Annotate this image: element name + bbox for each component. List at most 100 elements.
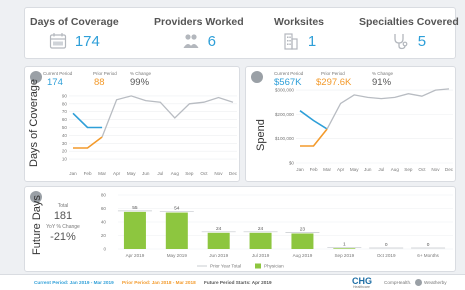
y-tick-label: 20: [101, 233, 107, 238]
x-tick-label: Oct: [200, 171, 208, 176]
data-label: 0: [385, 242, 388, 248]
y-tick-label: $300,000: [275, 88, 295, 93]
x-tick-label: Jun: [142, 171, 150, 176]
kpi-title: Worksites: [274, 16, 324, 28]
data-label: 0: [427, 242, 430, 248]
bar: [249, 232, 272, 249]
kpi-specialties-covered: Specialties Covered 5: [359, 16, 459, 50]
x-tick-label: Feb: [310, 167, 318, 172]
x-tick-label: Mar: [98, 171, 106, 176]
data-label: 23: [300, 226, 306, 232]
data-label: 1: [343, 241, 346, 247]
spend-panel: Spend Current Period $567K Prior Period …: [245, 66, 456, 182]
x-tick-label: Jun 2019: [209, 253, 228, 258]
series-line-2: [101, 95, 234, 138]
series-line-1: [300, 128, 328, 147]
weatherby-icon: [415, 279, 422, 286]
y-tick-label: 60: [101, 206, 107, 211]
y-tick-label: 90: [62, 93, 68, 98]
legend-prior-year-label: Prior Year Total: [210, 264, 241, 269]
x-tick-label: Nov: [214, 171, 223, 176]
kpi-worksites: Worksites 1: [274, 16, 324, 50]
y-tick-label: 80: [62, 101, 68, 106]
y-tick-label: $100,000: [275, 136, 295, 141]
spend-line-chart: $0 $100,000 $200,000 $300,000 Jan Feb Mar Apr Ma…: [275, 88, 454, 172]
calendar-icon: [49, 33, 66, 49]
kpi-panel: Days of Coverage 174 Providers Worked 6: [24, 7, 459, 59]
y-tick-label: 0: [103, 247, 106, 252]
footer-prior-period: Prior Period: Jan 2018 - Mar 2018: [122, 280, 196, 285]
data-label: 55: [132, 205, 138, 211]
bar: [291, 233, 314, 249]
people-icon: [183, 34, 199, 48]
x-tick-label: Nov: [431, 167, 440, 172]
x-tick-label: May: [350, 167, 359, 172]
x-tick-label: Feb: [84, 171, 92, 176]
data-label: 24: [216, 226, 222, 232]
x-tick-label: Jul: [157, 171, 163, 176]
coverage-panel: Days of Coverage Current Period 174 Prio…: [24, 66, 240, 182]
kpi-title: Providers Worked: [154, 16, 244, 28]
y-tick-label: 80: [101, 193, 107, 198]
bar: [123, 211, 146, 249]
bar: [333, 248, 356, 249]
x-tick-label: Aug: [391, 167, 400, 172]
legend-physician-swatch: [255, 263, 261, 269]
x-tick-label: Aug 2019: [293, 253, 313, 258]
x-tick-label: Oct: [418, 167, 426, 172]
kpi-value: 174: [74, 32, 100, 50]
kpi-value: 1: [307, 32, 317, 50]
x-tick-label: Jul: [378, 167, 384, 172]
x-tick-label: Jan: [69, 171, 77, 176]
future-days-panel: Future Days Total 181 YoY % Change -21% …: [24, 186, 456, 272]
x-tick-label: May 2019: [167, 253, 188, 258]
y-tick-label: 10: [62, 157, 68, 162]
x-tick-label: Dec: [445, 167, 454, 172]
x-tick-label: Dec: [229, 171, 238, 176]
x-tick-label: Jan: [296, 167, 304, 172]
x-tick-label: Aug: [171, 171, 180, 176]
data-label: 54: [174, 206, 180, 212]
legend-physician-label: Physician: [264, 264, 284, 269]
kpi-value: 6: [207, 32, 216, 50]
y-tick-label: 40: [62, 133, 68, 138]
y-tick-label: $0: [289, 161, 295, 166]
x-tick-label: Apr: [113, 171, 121, 176]
x-tick-label: Jul 2019: [252, 253, 270, 258]
x-tick-label: Sep: [404, 167, 413, 172]
footer-future-period: Future Period Starts: Apr 2019: [204, 280, 272, 285]
bar: [207, 232, 230, 249]
x-tick-label: 6+ Months: [417, 253, 439, 258]
y-tick-label: 50: [62, 125, 68, 130]
footer-current-period: Current Period: Jan 2019 - Mar 2019: [34, 280, 114, 285]
x-tick-label: Mar: [323, 167, 331, 172]
partner-weatherby: Weatherby: [424, 280, 447, 285]
x-tick-label: Jun: [364, 167, 372, 172]
brand-sub: Healthcare: [353, 285, 370, 289]
partner-comphealth: CompHealth.: [384, 280, 412, 285]
x-tick-label: May: [127, 171, 136, 176]
data-label: 24: [258, 226, 264, 232]
kpi-days-of-coverage: Days of Coverage 174: [30, 16, 119, 50]
kpi-value: 5: [417, 32, 427, 50]
y-tick-label: 30: [62, 141, 68, 146]
x-tick-label: Sep 2019: [334, 253, 354, 258]
series-line-0: [299, 110, 328, 130]
kpi-title: Specialties Covered: [359, 16, 459, 28]
x-tick-label: Apr 2019: [126, 253, 145, 258]
kpi-providers-worked: Providers Worked 6: [154, 16, 244, 50]
x-tick-label: Sep: [185, 171, 194, 176]
coverage-line-chart: 10 20 30 40 50 60 70 80 90 Jan Feb Mar Apr May Jun Jul A…: [62, 93, 238, 176]
y-tick-label: 60: [62, 117, 68, 122]
kpi-title: Days of Coverage: [30, 16, 119, 28]
series-line-0: [72, 112, 103, 129]
stethoscope-icon: [394, 34, 408, 50]
y-tick-label: 20: [62, 149, 68, 154]
series-line-2: [326, 88, 450, 130]
x-tick-label: Oct 2019: [377, 253, 396, 258]
x-tick-label: Apr: [337, 167, 345, 172]
y-tick-label: 40: [101, 220, 107, 225]
bar: [165, 212, 188, 249]
y-tick-label: $200,000: [275, 112, 295, 117]
y-tick-label: 70: [62, 109, 68, 114]
